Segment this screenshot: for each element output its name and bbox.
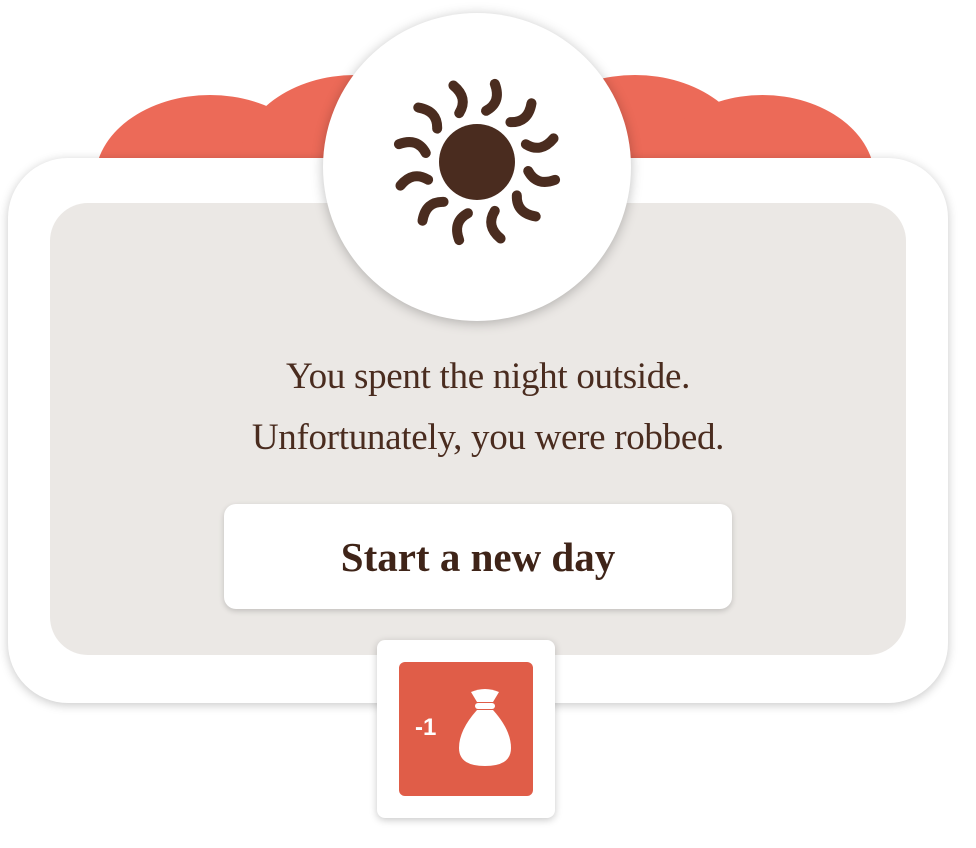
sun-ray xyxy=(417,196,449,226)
sun-ray xyxy=(395,171,434,191)
sun-ray xyxy=(486,205,506,244)
sun-ray xyxy=(505,98,537,128)
sun-ray xyxy=(511,190,541,222)
sun-badge xyxy=(323,13,631,321)
sun-ray xyxy=(448,80,468,119)
effect-amount: -1 xyxy=(415,714,437,741)
sun-ray xyxy=(393,137,431,158)
event-dialog-scene: You spent the night outside. Unfortunate… xyxy=(0,0,976,848)
sun-ray xyxy=(481,78,502,116)
sun-ray xyxy=(523,166,561,187)
sun-icon xyxy=(393,78,561,246)
event-message-line-1: You spent the night outside. xyxy=(285,356,691,397)
start-new-day-button[interactable]: Start a new day xyxy=(224,504,732,609)
event-message-line-2: Unfortunately, you were robbed. xyxy=(251,417,725,458)
sun-ray xyxy=(520,133,559,153)
resource-effect-badge: -1 xyxy=(399,662,533,796)
resource-effect-tile: -1 xyxy=(377,640,555,818)
money-bag-icon xyxy=(459,689,511,766)
sun-ray xyxy=(413,102,443,134)
sun-ray xyxy=(452,208,473,246)
